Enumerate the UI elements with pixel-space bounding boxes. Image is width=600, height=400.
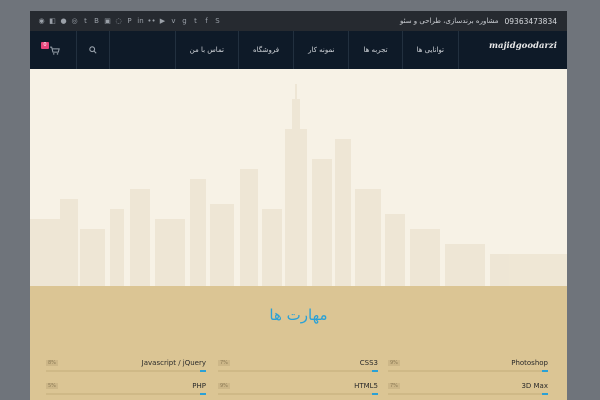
facebook-icon[interactable]: f [202,15,211,27]
dribbble-icon[interactable]: ◌ [114,15,123,27]
delicious-icon[interactable]: ◧ [48,15,57,27]
nav-item-experience[interactable]: تجربه ها [348,31,401,69]
pinterest-icon[interactable]: P [125,15,134,27]
skill-bar: Javascript / jQuery 8% [46,359,206,375]
skill-fill [372,370,378,372]
skill-name: 3D Max [521,382,548,390]
skill-bar: 3D Max 7% [388,382,548,398]
main-navigation: majidgoodarzi توانایی ها تجربه ها نمونه … [30,31,567,69]
nav-item-skills[interactable]: توانایی ها [401,31,459,69]
skill-fill [542,393,548,395]
skill-name: PHP [192,382,206,390]
skill-bar: Photoshop 9% [388,359,548,375]
skill-track [46,370,206,372]
nav-item-contact[interactable]: تماس با من [174,31,238,69]
instagram-icon[interactable]: ▣ [103,15,112,27]
page: ◉ ◧ ● ◎ t B ▣ ◌ P in •• ▶ v g t f S 0936… [30,11,567,400]
skill-percent: 7% [388,383,400,389]
skill-percent: 5% [46,383,58,389]
skill-track [388,370,548,372]
skill-percent: 9% [388,360,400,366]
skill-name: Photoshop [511,359,548,367]
vimeo-icon[interactable]: v [169,15,178,27]
cart-button[interactable] [40,31,70,69]
skill-track [218,370,378,372]
flickr-icon[interactable]: •• [147,15,156,27]
skill-percent: 9% [218,383,230,389]
hero-banner [30,69,567,286]
skills-heading: مهارت ها [269,306,328,324]
linkedin-icon[interactable]: in [136,15,145,27]
skill-name: Javascript / jQuery [141,359,206,367]
phone-number: 09363473834 [504,16,558,26]
github-icon[interactable]: ● [59,15,68,27]
skill-percent: 8% [46,360,58,366]
skill-track [388,393,548,395]
tumblr-icon[interactable]: t [81,15,90,27]
nav-item-portfolio[interactable]: نمونه کار [293,31,348,69]
search-button[interactable] [76,31,110,69]
skill-percent: 7% [218,360,230,366]
skill-bar: HTML5 9% [218,382,378,398]
twitter-icon[interactable]: t [191,15,200,27]
contact-info: 09363473834 مشاوره برندسازی، طراحی و سئو [400,11,557,31]
google-plus-icon[interactable]: g [180,15,189,27]
cart-icon [50,46,60,55]
skype-alt-icon[interactable]: ◎ [70,15,79,27]
social-icons: ◉ ◧ ● ◎ t B ▣ ◌ P in •• ▶ v g t f S [37,15,222,27]
search-icon [89,46,97,54]
skill-track [218,393,378,395]
cart-count-badge: 0 [41,42,49,49]
rss-icon[interactable]: ◉ [37,15,46,27]
skill-fill [200,370,206,372]
skill-fill [542,370,548,372]
site-logo[interactable]: majidgoodarzi [489,41,557,51]
skill-name: CSS3 [359,359,378,367]
skill-track [46,393,206,395]
skill-name: HTML5 [354,382,378,390]
city-skyline-image [30,84,567,286]
nav-item-shop[interactable]: فروشگاه [237,31,293,69]
behance-icon[interactable]: B [92,15,101,27]
skype-icon[interactable]: S [213,15,222,27]
tagline: مشاوره برندسازی، طراحی و سئو [399,17,499,25]
skill-bar: CSS3 7% [218,359,378,375]
skill-fill [372,393,378,395]
top-bar: ◉ ◧ ● ◎ t B ▣ ◌ P in •• ▶ v g t f S 0936… [30,11,567,31]
skills-section: مهارت ها Photoshop 9% CSS3 7% Javascript… [30,286,567,400]
skill-bar: PHP 5% [46,382,206,398]
youtube-icon[interactable]: ▶ [158,15,167,27]
skill-fill [200,393,206,395]
nav-menu: توانایی ها تجربه ها نمونه کار فروشگاه تم… [174,31,459,69]
